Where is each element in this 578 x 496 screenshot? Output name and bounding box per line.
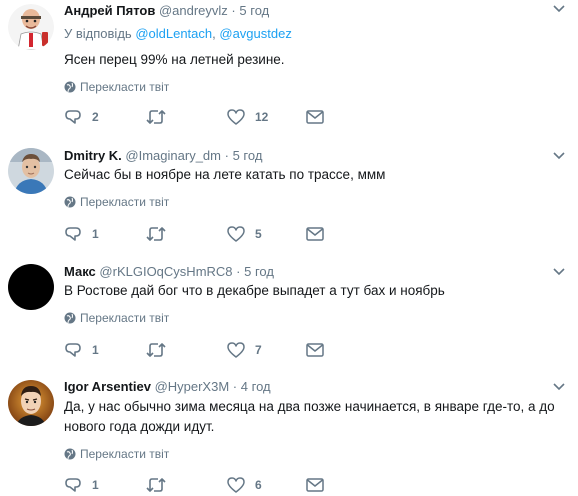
direct-message-button[interactable]: [306, 107, 324, 127]
avatar[interactable]: [8, 148, 54, 194]
tweet-actions: 2 12: [64, 107, 344, 127]
heart-icon: [227, 109, 245, 125]
like-count: 12: [255, 110, 269, 124]
globe-icon: [64, 312, 76, 324]
author-handle[interactable]: @andreyvlz: [159, 3, 228, 18]
timestamp[interactable]: 5 год: [244, 264, 274, 279]
retweet-button[interactable]: [146, 107, 176, 127]
separator-dot: ·: [224, 148, 229, 163]
separator-dot: ·: [232, 379, 238, 394]
reply-icon: [65, 110, 81, 124]
tweet-text: Сейчас бы в ноябре на лете катать по тра…: [64, 167, 386, 182]
tweet-text: В Ростове дай бог что в декабре выпадет …: [64, 283, 445, 298]
timestamp[interactable]: 5 год: [239, 3, 269, 18]
avatar[interactable]: [8, 380, 54, 426]
reply-button[interactable]: 1: [64, 224, 99, 244]
tweet-text: Ясен перец 99% на летней резине.: [64, 52, 285, 67]
reply-count: 1: [92, 227, 99, 241]
retweet-icon: [146, 478, 166, 492]
reply-context: У відповідь @oldLentach, @avgustdez: [64, 26, 292, 41]
avatar[interactable]: [8, 264, 54, 310]
author-handle[interactable]: @Imaginary_dm: [125, 148, 221, 163]
retweet-icon: [146, 110, 166, 124]
reply-button[interactable]: 2: [64, 107, 99, 127]
direct-message-button[interactable]: [306, 475, 324, 495]
reply-button[interactable]: 1: [64, 340, 99, 360]
reply-prefix: У відповідь: [64, 26, 132, 41]
translate-label: Перекласти твіт: [80, 447, 170, 461]
author-name[interactable]: Dmitry K.: [64, 148, 122, 163]
chevron-down-icon[interactable]: [552, 267, 566, 277]
reply-count: 2: [92, 110, 99, 124]
heart-icon: [227, 342, 245, 358]
globe-icon: [64, 448, 76, 460]
like-count: 5: [255, 227, 262, 241]
like-button[interactable]: 7: [227, 340, 262, 360]
retweet-icon: [146, 343, 166, 357]
mention-link[interactable]: @oldLentach: [135, 26, 212, 41]
envelope-icon: [306, 227, 324, 241]
tweet-header: Igor Arsentiev @HyperX3M · 4 год: [64, 378, 271, 396]
translate-label: Перекласти твіт: [80, 80, 170, 94]
tweet[interactable]: Dmitry K. @Imaginary_dm · 5 год Сейчас б…: [0, 131, 578, 247]
direct-message-button[interactable]: [306, 340, 324, 360]
like-button[interactable]: 12: [227, 107, 268, 127]
separator-dot: ·: [236, 264, 241, 279]
retweet-button[interactable]: [146, 340, 176, 360]
like-button[interactable]: 6: [227, 475, 262, 495]
chevron-down-icon[interactable]: [552, 151, 566, 161]
direct-message-button[interactable]: [306, 224, 324, 244]
reply-icon: [65, 227, 81, 241]
avatar[interactable]: [8, 4, 54, 50]
tweet-header: Dmitry K. @Imaginary_dm · 5 год: [64, 147, 262, 165]
author-name[interactable]: Андрей Пятов: [64, 3, 155, 18]
translate-label: Перекласти твіт: [80, 311, 170, 325]
envelope-icon: [306, 343, 324, 357]
heart-icon: [227, 226, 245, 242]
separator-dot: ·: [231, 3, 236, 18]
retweet-button[interactable]: [146, 475, 176, 495]
heart-icon: [227, 477, 245, 493]
globe-icon: [64, 81, 76, 93]
author-name[interactable]: Igor Arsentiev: [64, 379, 151, 394]
tweet-text: Да, у нас обычно зима месяца на два позж…: [64, 399, 555, 434]
translate-link[interactable]: Перекласти твіт: [64, 446, 169, 462]
like-count: 7: [255, 343, 262, 357]
reply-icon: [65, 478, 81, 492]
translate-link[interactable]: Перекласти твіт: [64, 194, 169, 210]
tweet-header: Макс @rKLGIOqCysHmRC8 · 5 год: [64, 263, 274, 281]
author-handle[interactable]: @rKLGIOqCysHmRC8: [99, 264, 232, 279]
author-handle[interactable]: @HyperX3M: [155, 379, 230, 394]
globe-icon: [64, 196, 76, 208]
tweet-actions: 1 6: [64, 475, 344, 495]
tweet-actions: 1 7: [64, 340, 344, 360]
chevron-down-icon[interactable]: [552, 382, 566, 392]
retweet-button[interactable]: [146, 224, 176, 244]
tweet-header: Андрей Пятов @andreyvlz · 5 год: [64, 2, 269, 20]
translate-label: Перекласти твіт: [80, 195, 170, 209]
chevron-down-icon[interactable]: [552, 4, 566, 14]
like-button[interactable]: 5: [227, 224, 262, 244]
translate-link[interactable]: Перекласти твіт: [64, 310, 169, 326]
timestamp[interactable]: 5 год: [233, 148, 263, 163]
tweet[interactable]: Андрей Пятов @andreyvlz · 5 год У відпов…: [0, 0, 578, 130]
reply-count: 1: [92, 343, 99, 357]
envelope-icon: [306, 478, 324, 492]
envelope-icon: [306, 110, 324, 124]
reply-count: 1: [92, 478, 99, 492]
tweet[interactable]: Igor Arsentiev @HyperX3M · 4 год Да, у н…: [0, 363, 578, 496]
retweet-icon: [146, 227, 166, 241]
reply-button[interactable]: 1: [64, 475, 99, 495]
reply-icon: [65, 343, 81, 357]
timestamp[interactable]: 4 год: [241, 379, 271, 394]
like-count: 6: [255, 478, 262, 492]
tweet-actions: 1 5: [64, 224, 344, 244]
tweet[interactable]: Макс @rKLGIOqCysHmRC8 · 5 год В Ростове …: [0, 247, 578, 363]
author-name[interactable]: Макс: [64, 264, 96, 279]
mention-link[interactable]: @avgustdez: [219, 26, 291, 41]
translate-link[interactable]: Перекласти твіт: [64, 79, 169, 95]
